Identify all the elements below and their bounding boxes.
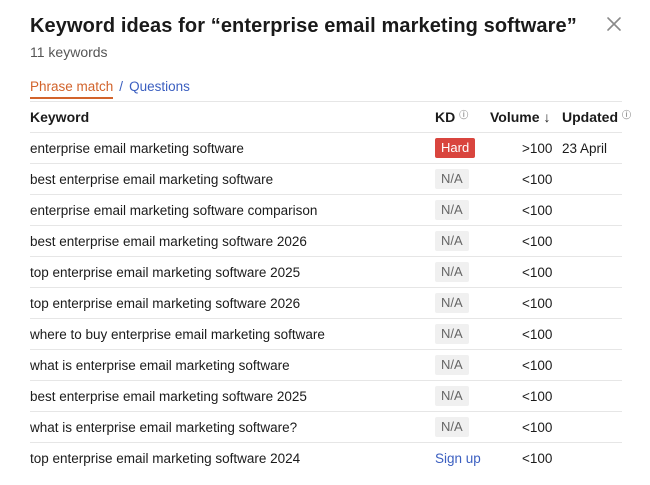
column-header-kd[interactable]: KD ⓘ (435, 102, 468, 132)
kd-cell: N/A (435, 164, 469, 194)
kd-badge: N/A (435, 231, 469, 251)
table-row[interactable]: enterprise email marketing software Hard >… (30, 133, 622, 164)
updated-cell: 23 April (562, 140, 608, 156)
keyword-cell[interactable]: top enterprise email marketing software … (30, 288, 300, 318)
keyword-cell[interactable]: what is enterprise email marketing softw… (30, 350, 290, 380)
signup-link[interactable]: Sign up (435, 451, 481, 466)
table-row[interactable]: top enterprise email marketing software … (30, 288, 622, 319)
keyword-cell[interactable]: best enterprise email marketing software (30, 164, 273, 194)
kd-cell: Hard (435, 133, 476, 163)
keyword-cell[interactable]: enterprise email marketing software comp… (30, 195, 317, 225)
match-tabs: Phrase match / Questions (30, 79, 190, 99)
sort-down-arrow-icon: ↓ (543, 109, 551, 125)
column-header-volume[interactable]: Volume ↓ (490, 102, 551, 132)
keywords-table: Keyword KD ⓘ Volume ↓ Updated ⓘ enterpri… (30, 101, 631, 473)
volume-cell: <100 (522, 171, 553, 187)
info-icon[interactable]: ⓘ (459, 108, 468, 121)
column-header-kd-label: KD (435, 109, 456, 125)
volume-cell: <100 (522, 202, 553, 218)
tab-separator: / (119, 79, 124, 94)
keyword-cell[interactable]: top enterprise email marketing software … (30, 257, 300, 287)
volume-cell: <100 (522, 388, 553, 404)
volume-cell: <100 (522, 450, 553, 466)
kd-badge: N/A (435, 169, 469, 189)
volume-cell: <100 (522, 264, 553, 280)
info-icon[interactable]: ⓘ (622, 108, 631, 121)
column-header-volume-label: Volume (490, 109, 540, 125)
keyword-cell[interactable]: what is enterprise email marketing softw… (30, 412, 297, 442)
column-header-updated-label: Updated (562, 109, 618, 125)
kd-badge: N/A (435, 324, 469, 344)
column-header-keyword[interactable]: Keyword (30, 102, 89, 132)
keyword-cell[interactable]: where to buy enterprise email marketing … (30, 319, 325, 349)
kd-cell: N/A (435, 381, 469, 411)
kd-cell: Sign up (435, 443, 481, 473)
kd-cell: N/A (435, 412, 469, 442)
table-row[interactable]: best enterprise email marketing software… (30, 381, 622, 412)
kd-cell: N/A (435, 288, 469, 318)
kd-cell: N/A (435, 319, 469, 349)
table-row[interactable]: where to buy enterprise email marketing … (30, 319, 622, 350)
kd-badge: N/A (435, 200, 469, 220)
table-row[interactable]: top enterprise email marketing software … (30, 443, 622, 473)
close-icon (607, 17, 621, 31)
kd-badge: N/A (435, 293, 469, 313)
kd-badge: Hard (435, 138, 476, 158)
kd-cell: N/A (435, 350, 469, 380)
kd-badge: N/A (435, 262, 469, 282)
kd-cell: N/A (435, 257, 469, 287)
kd-cell: N/A (435, 226, 469, 256)
keyword-cell[interactable]: best enterprise email marketing software… (30, 381, 307, 411)
table-row[interactable]: best enterprise email marketing software… (30, 226, 622, 257)
keyword-cell[interactable]: enterprise email marketing software (30, 133, 244, 163)
tab-phrase-match[interactable]: Phrase match (30, 79, 114, 99)
table-row[interactable]: what is enterprise email marketing softw… (30, 412, 622, 443)
kd-cell: N/A (435, 195, 469, 225)
table-row[interactable]: best enterprise email marketing software… (30, 164, 622, 195)
volume-cell: <100 (522, 419, 553, 435)
column-header-updated[interactable]: Updated ⓘ (562, 102, 631, 132)
keyword-count: 11 keywords (30, 44, 108, 60)
volume-cell: <100 (522, 357, 553, 373)
volume-cell: >100 (522, 140, 553, 156)
volume-cell: <100 (522, 233, 553, 249)
table-header-row: Keyword KD ⓘ Volume ↓ Updated ⓘ (30, 102, 631, 133)
column-header-keyword-label: Keyword (30, 109, 90, 125)
tab-questions[interactable]: Questions (129, 79, 190, 99)
kd-badge: N/A (435, 417, 469, 437)
dialog-title: Keyword ideas for “enterprise email mark… (30, 15, 577, 37)
volume-cell: <100 (522, 295, 553, 311)
kd-badge: N/A (435, 355, 469, 375)
keyword-cell[interactable]: top enterprise email marketing software … (30, 443, 300, 473)
table-row[interactable]: enterprise email marketing software comp… (30, 195, 622, 226)
table-row[interactable]: top enterprise email marketing software … (30, 257, 622, 288)
table-row[interactable]: what is enterprise email marketing softw… (30, 350, 622, 381)
keyword-cell[interactable]: best enterprise email marketing software… (30, 226, 307, 256)
volume-cell: <100 (522, 326, 553, 342)
kd-badge: N/A (435, 386, 469, 406)
close-button[interactable] (604, 14, 624, 34)
